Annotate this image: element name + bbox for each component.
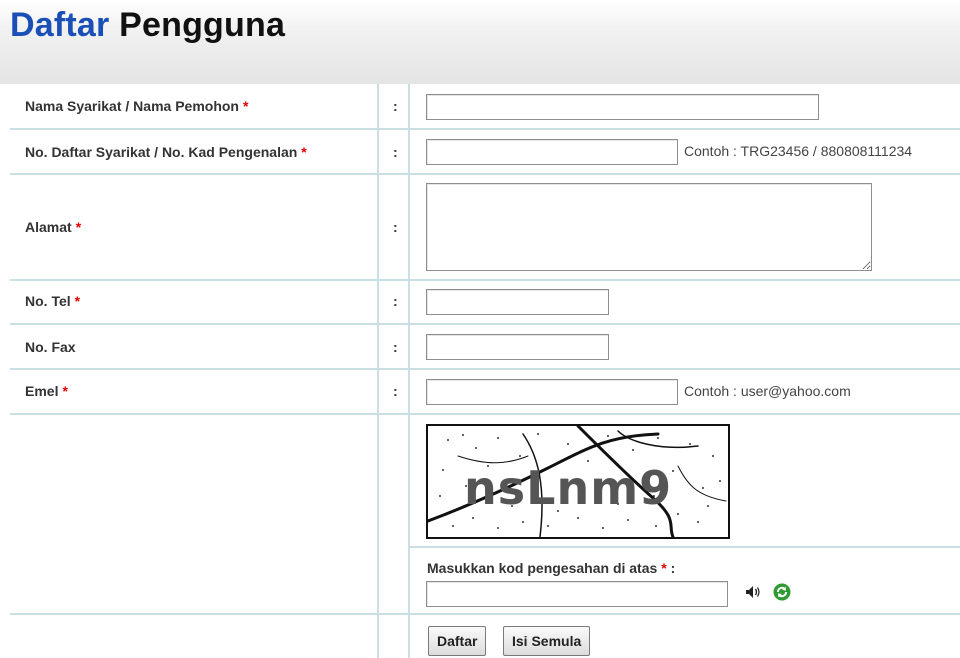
fax-input[interactable] — [426, 334, 609, 360]
separator-colon: : — [393, 293, 398, 309]
nama-label-text: Nama Syarikat / Nama Pemohon — [25, 98, 239, 114]
separator-colon: : — [393, 98, 398, 114]
alamat-label: Alamat * — [25, 219, 81, 235]
emel-hint: Contoh : user@yahoo.com — [684, 383, 851, 399]
fax-label: No. Fax — [25, 339, 76, 355]
nama-input[interactable] — [426, 94, 819, 120]
tel-label: No. Tel * — [25, 293, 80, 309]
captcha-code-text: nsLnm9 — [464, 461, 672, 515]
separator-colon: : — [393, 383, 398, 399]
alamat-label-text: Alamat — [25, 219, 72, 235]
captcha-input[interactable] — [426, 581, 728, 607]
no-daftar-input[interactable] — [426, 139, 678, 165]
required-mark: * — [75, 219, 82, 235]
fax-label-text: No. Fax — [25, 339, 76, 355]
separator-colon: : — [393, 144, 398, 160]
speaker-icon-graphic — [746, 586, 760, 598]
required-mark: * — [74, 293, 81, 309]
reset-button[interactable]: Isi Semula — [503, 626, 591, 656]
page-header: Daftar Pengguna — [0, 0, 960, 84]
captcha-prompt-text: Masukkan kod pengesahan di atas — [427, 560, 658, 576]
emel-label-text: Emel — [25, 383, 59, 399]
refresh-icon[interactable] — [773, 583, 791, 606]
speaker-icon[interactable] — [744, 584, 762, 605]
nama-label: Nama Syarikat / Nama Pemohon * — [25, 98, 248, 114]
captcha-prompt-suffix: : — [666, 560, 676, 576]
row-divider — [10, 128, 960, 130]
emel-input[interactable] — [426, 379, 678, 405]
daftar-button[interactable]: Daftar — [428, 626, 487, 656]
row-divider — [10, 413, 960, 415]
separator-colon: : — [393, 219, 398, 235]
page-title-main: Pengguna — [119, 6, 286, 44]
captcha-image: nsLnm9 — [426, 424, 730, 539]
column-divider — [377, 84, 379, 658]
row-divider — [10, 173, 960, 175]
tel-label-text: No. Tel — [25, 293, 71, 309]
row-divider — [10, 279, 960, 281]
required-mark: * — [62, 383, 68, 399]
row-divider — [10, 368, 960, 370]
refresh-icon-graphic — [773, 583, 791, 601]
column-divider — [408, 84, 410, 658]
tel-input[interactable] — [426, 289, 609, 315]
no-daftar-hint: Contoh : TRG23456 / 880808111234 — [684, 143, 913, 159]
separator-colon: : — [393, 339, 398, 355]
required-mark: * — [301, 144, 307, 160]
alamat-textarea[interactable] — [426, 183, 872, 271]
captcha-prompt: Masukkan kod pengesahan di atas * : — [427, 560, 675, 576]
required-mark: * — [242, 98, 249, 114]
no-daftar-label-text: No. Daftar Syarikat / No. Kad Pengenalan — [25, 144, 298, 160]
page-title-accent: Daftar — [10, 6, 110, 44]
row-divider — [10, 613, 960, 615]
emel-label: Emel * — [25, 383, 68, 399]
page-title: Daftar Pengguna — [10, 4, 285, 46]
row-divider — [10, 323, 960, 325]
row-divider — [410, 546, 960, 548]
no-daftar-label: No. Daftar Syarikat / No. Kad Pengenalan… — [25, 144, 307, 160]
captcha-graphic: nsLnm9 — [428, 426, 728, 537]
